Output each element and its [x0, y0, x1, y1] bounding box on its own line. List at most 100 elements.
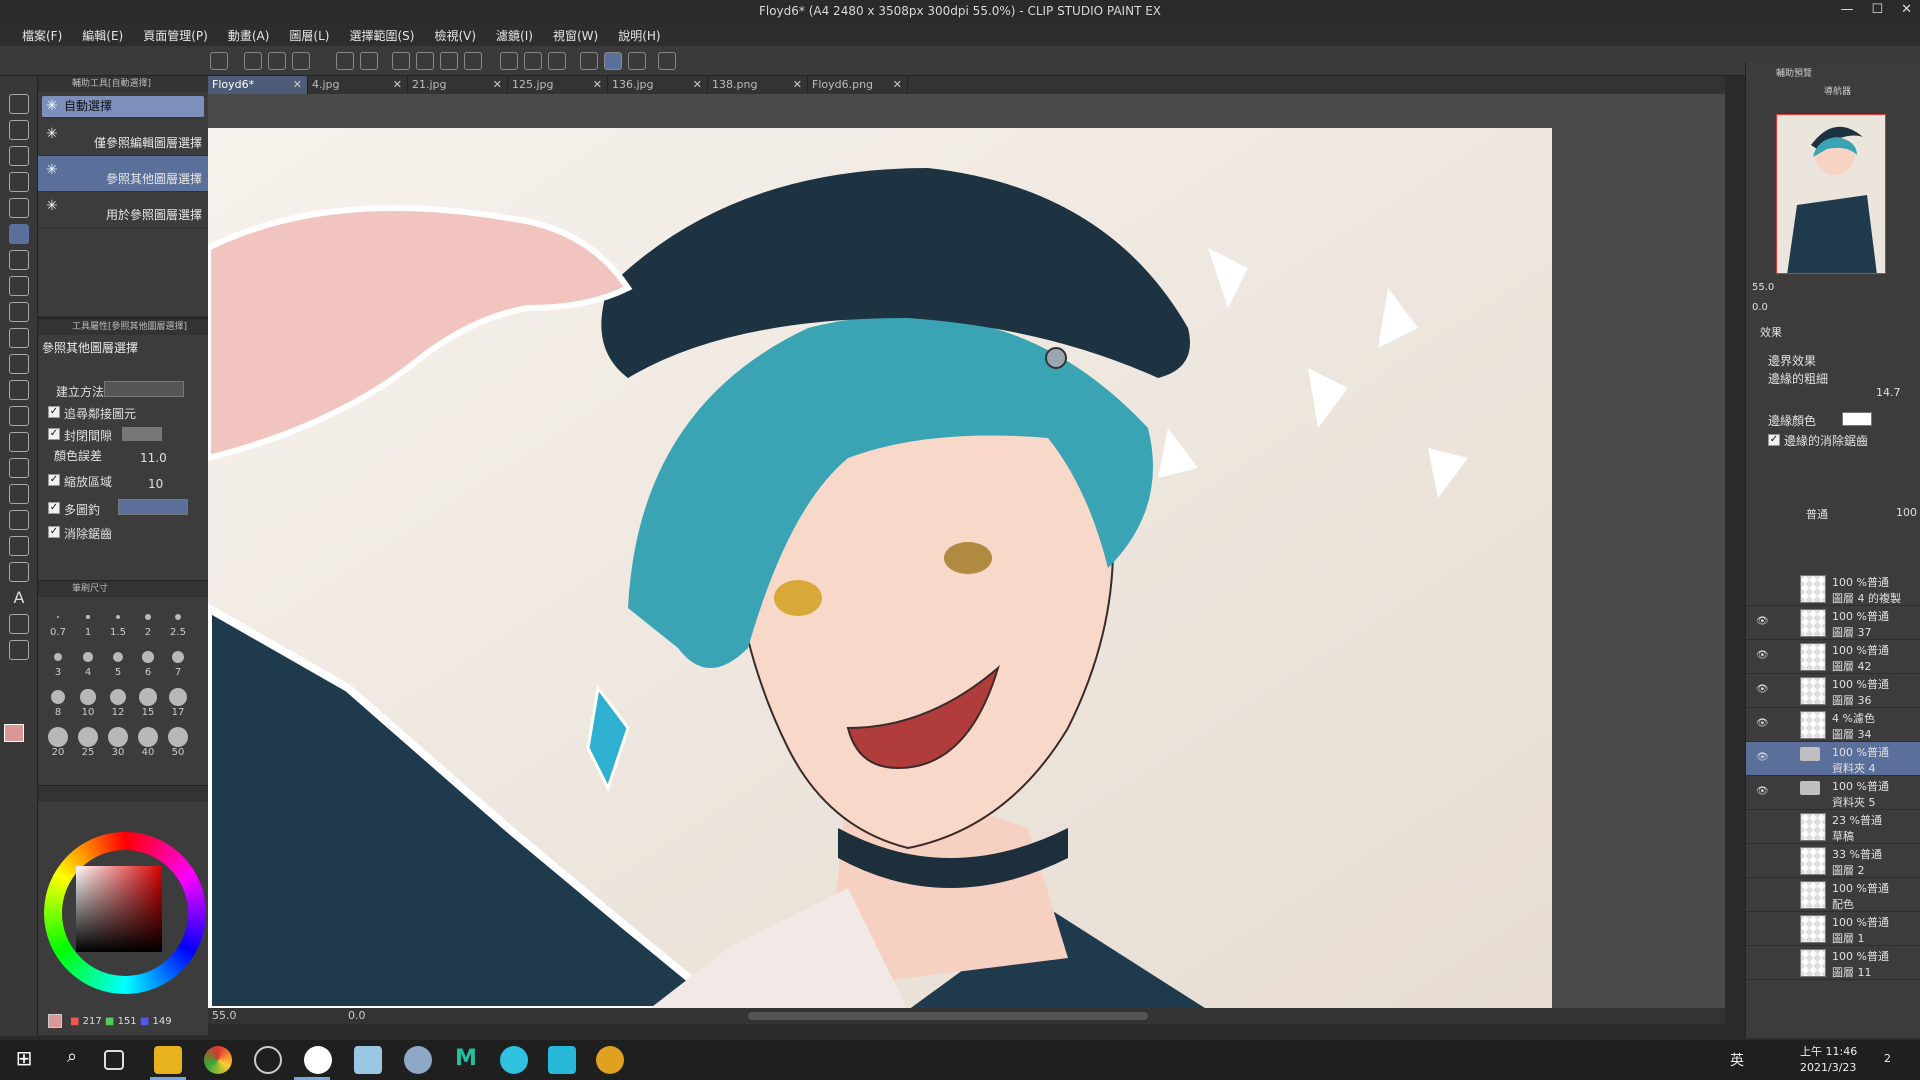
clear-outside-icon[interactable] [416, 52, 434, 70]
clip-studio-icon[interactable] [210, 52, 228, 70]
subtool-item-edit-layer-only[interactable]: ✳ 僅參照編輯圖層選擇 [38, 120, 208, 156]
main-color-swatch[interactable] [4, 724, 24, 742]
new-file-icon[interactable] [244, 52, 262, 70]
brush-size-preset[interactable]: 6 [134, 645, 162, 681]
snap-grid-icon[interactable] [628, 52, 646, 70]
layer-row[interactable]: 100 %普通 圖層 4 的複製 [1746, 572, 1920, 606]
visibility-eye-icon[interactable]: 👁 [1756, 650, 1769, 661]
gradient-icon[interactable] [9, 484, 29, 504]
status-zoom[interactable]: 55.0 [212, 1009, 237, 1022]
search-icon[interactable]: ⌕ [58, 1046, 86, 1074]
clock-date[interactable]: 2021/3/23 [1800, 1061, 1856, 1074]
multi-refer-selector[interactable] [118, 499, 188, 515]
brush-size-preset[interactable]: 7 [164, 645, 192, 681]
visibility-eye-icon[interactable]: 👁 [1756, 786, 1769, 797]
brush-size-preset[interactable]: 15 [134, 685, 162, 721]
document-tab[interactable]: Floyd6* ✕ [208, 76, 308, 94]
drawing-canvas[interactable] [208, 128, 1552, 1010]
brush-size-preset[interactable]: 4 [74, 645, 102, 681]
pencil-icon[interactable] [9, 302, 29, 322]
notification-count[interactable]: 2 [1884, 1052, 1891, 1065]
layer-row[interactable]: 👁 100 %普通 圖層 37 [1746, 606, 1920, 640]
brush-size-preset[interactable]: 12 [104, 685, 132, 721]
m-app-icon[interactable]: M [452, 1046, 480, 1074]
layer-opacity[interactable]: 100 [1896, 506, 1917, 519]
document-tab[interactable]: 138.png ✕ [708, 76, 808, 94]
network-app-icon[interactable] [404, 1046, 432, 1074]
undo-icon[interactable] [336, 52, 354, 70]
auto-select-icon[interactable] [9, 224, 29, 244]
blend-icon[interactable] [9, 380, 29, 400]
operation-icon[interactable] [9, 172, 29, 192]
layer-row[interactable]: 100 %普通 圖層 11 [1746, 946, 1920, 980]
brush-size-preset[interactable]: 25 [74, 725, 102, 761]
brush-size-preset[interactable]: 2 [134, 605, 162, 641]
transform-icon[interactable] [464, 52, 482, 70]
close-tab-icon[interactable]: ✕ [793, 76, 802, 94]
task-view-icon[interactable] [104, 1050, 124, 1070]
windows-start-icon[interactable]: ⊞ [10, 1046, 38, 1074]
snap-ruler-icon[interactable] [580, 52, 598, 70]
fill-icon[interactable] [440, 52, 458, 70]
close-gap-slider[interactable] [122, 427, 162, 441]
brush-size-preset[interactable]: 3 [44, 645, 72, 681]
subtool-item-reference-layer[interactable]: ✳ 用於參照圖層選擇 [38, 192, 208, 228]
text-tool-icon[interactable]: A [9, 588, 29, 608]
move-layer-icon[interactable] [9, 146, 29, 166]
navigator-rotation[interactable]: 0.0 [1752, 302, 1768, 313]
brush-icon[interactable] [9, 354, 29, 374]
horizontal-scrollbar[interactable] [748, 1012, 1148, 1020]
visibility-eye-icon[interactable]: 👁 [1756, 616, 1769, 627]
area-scaling-checkbox[interactable]: ✓ [48, 474, 60, 486]
clear-icon[interactable] [392, 52, 410, 70]
brush-size-preset[interactable]: 0.7 [44, 605, 72, 641]
follow-adjacent-checkbox[interactable]: ✓ [48, 406, 60, 418]
layer-row[interactable]: 23 %普通 草稿 [1746, 810, 1920, 844]
close-icon[interactable]: ✕ [1901, 2, 1912, 17]
menu-animation[interactable]: 動畫(A) [218, 27, 280, 44]
redo-icon[interactable] [360, 52, 378, 70]
navigator-zoom[interactable]: 55.0 [1752, 282, 1774, 293]
layer-folder-row[interactable]: 👁 100 %普通 資料夾 4 [1746, 742, 1920, 776]
close-tab-icon[interactable]: ✕ [593, 76, 602, 94]
minimize-icon[interactable]: — [1840, 2, 1853, 17]
chrome-icon[interactable] [204, 1046, 232, 1074]
layer-row[interactable]: 100 %普通 圖層 1 [1746, 912, 1920, 946]
visibility-eye-icon[interactable]: 👁 [1756, 752, 1769, 763]
balloon-icon[interactable] [9, 614, 29, 634]
brush-size-preset[interactable]: 10 [74, 685, 102, 721]
close-gap-checkbox[interactable]: ✓ [48, 428, 60, 440]
layer-row[interactable]: 33 %普通 圖層 2 [1746, 844, 1920, 878]
selection-icon[interactable] [9, 198, 29, 218]
border-color-swatch[interactable] [1842, 412, 1872, 426]
eraser-icon[interactable] [9, 328, 29, 348]
zoom-icon[interactable] [9, 94, 29, 114]
layer-row[interactable]: 100 %普通 配色 [1746, 878, 1920, 912]
menu-layer[interactable]: 圖層(L) [279, 27, 339, 44]
game-app-icon[interactable] [596, 1046, 624, 1074]
w-app-icon[interactable] [500, 1046, 528, 1074]
clock-time[interactable]: 上午 11:46 [1800, 1043, 1857, 1059]
brush-size-preset[interactable]: 20 [44, 725, 72, 761]
close-tab-icon[interactable]: ✕ [493, 76, 502, 94]
document-tab[interactable]: 136.jpg ✕ [608, 76, 708, 94]
eyedropper-icon[interactable] [9, 250, 29, 270]
layer-row[interactable]: 👁 100 %普通 圖層 36 [1746, 674, 1920, 708]
menu-file[interactable]: 檔案(F) [12, 27, 72, 44]
menu-help[interactable]: 說明(H) [608, 27, 670, 44]
ime-indicator[interactable]: 英 [1730, 1050, 1744, 1070]
close-tab-icon[interactable]: ✕ [693, 76, 702, 94]
menu-filter[interactable]: 濾鏡(I) [486, 27, 543, 44]
antialias-checkbox[interactable]: ✓ [48, 526, 60, 538]
status-angle[interactable]: 0.0 [348, 1009, 366, 1022]
document-tab[interactable]: 125.jpg ✕ [508, 76, 608, 94]
maximize-icon[interactable]: ☐ [1871, 2, 1883, 17]
document-tab[interactable]: 21.jpg ✕ [408, 76, 508, 94]
brush-size-preset[interactable]: 50 [164, 725, 192, 761]
decoration-icon[interactable] [9, 432, 29, 452]
figure-icon[interactable] [9, 510, 29, 530]
brush-size-preset[interactable]: 1.5 [104, 605, 132, 641]
layer-blend-mode[interactable]: 普通 [1806, 506, 1828, 522]
save-icon[interactable] [292, 52, 310, 70]
file-explorer-icon[interactable] [154, 1046, 182, 1074]
